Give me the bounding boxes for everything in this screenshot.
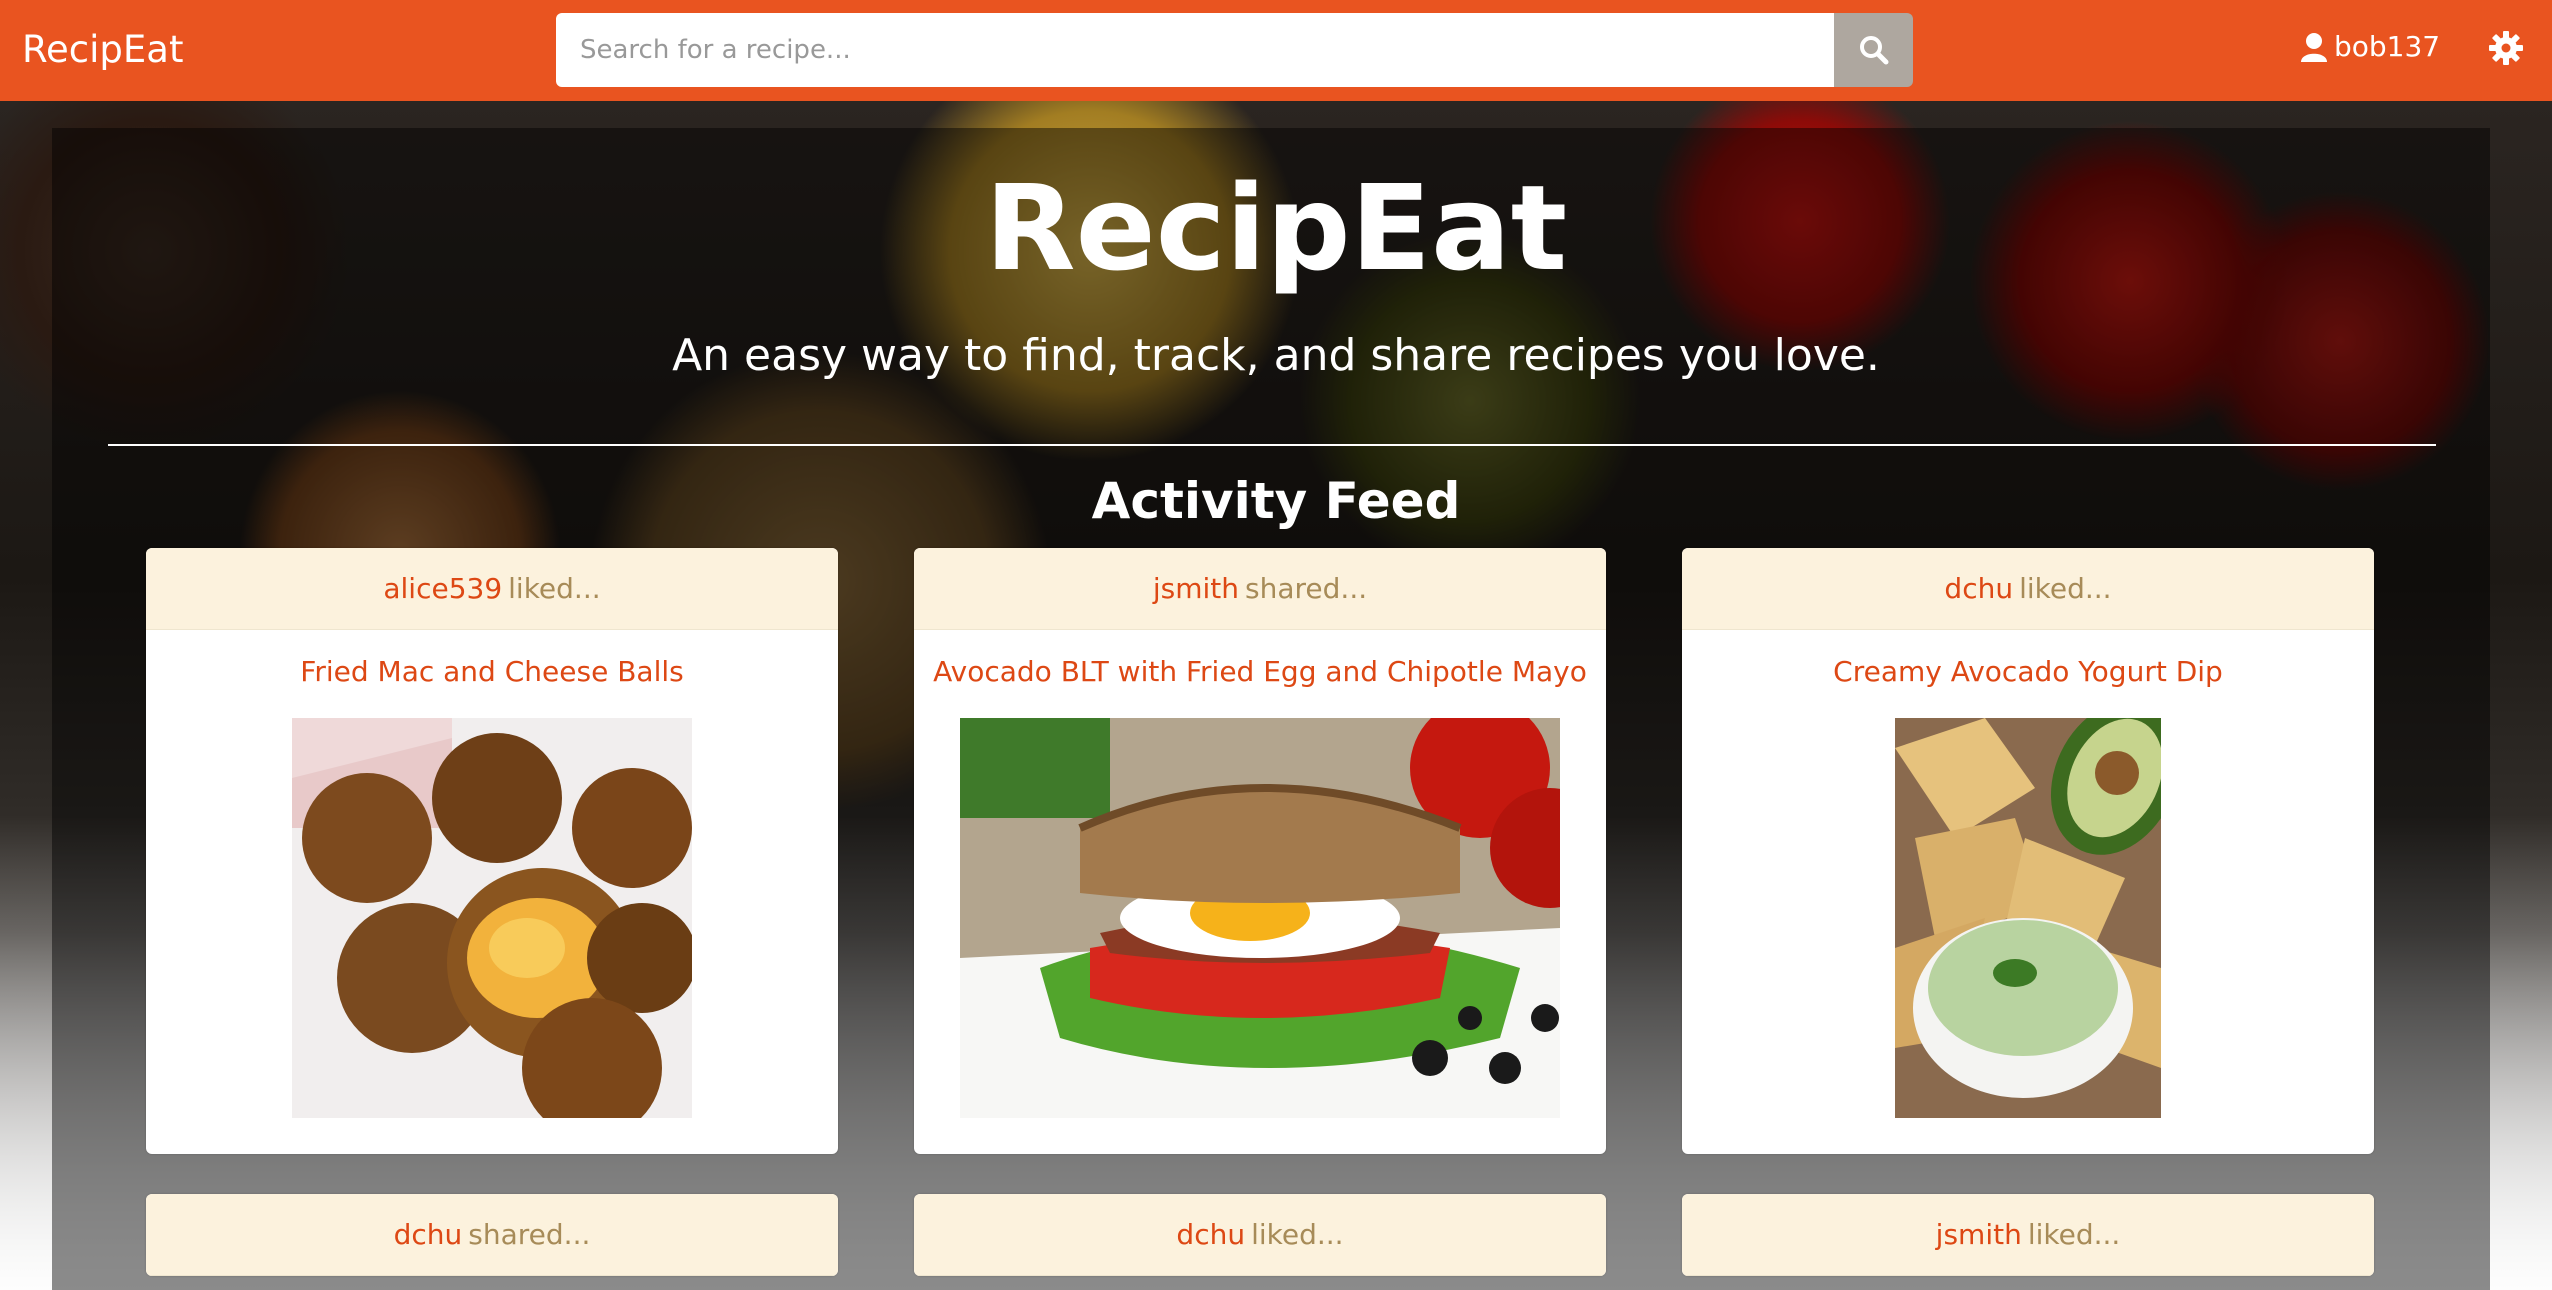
activity-user-link[interactable]: jsmith — [1936, 1218, 2022, 1251]
recipe-image[interactable] — [292, 718, 692, 1118]
activity-card: dchu liked... — [914, 1194, 1606, 1276]
activity-action-text: shared... — [1245, 572, 1368, 605]
divider — [108, 444, 2436, 446]
user-icon — [2301, 32, 2327, 62]
avocado-yogurt-dip-photo — [1895, 718, 2161, 1118]
activity-card: dchu liked... Creamy Avocado Yogurt Dip — [1682, 548, 2374, 1154]
activity-card-header: dchu liked... — [914, 1194, 1606, 1276]
activity-user-link[interactable]: jsmith — [1153, 572, 1239, 605]
top-navbar: RecipEat bob137 — [0, 0, 2552, 101]
recipe-title-link[interactable]: Avocado BLT with Fried Egg and Chipotle … — [914, 652, 1606, 692]
recipe-image[interactable] — [1895, 718, 2161, 1118]
hero-subtitle: An easy way to find, track, and share re… — [672, 330, 1880, 381]
recipe-title-link[interactable]: Creamy Avocado Yogurt Dip — [1682, 652, 2374, 692]
activity-action-text: liked... — [2019, 572, 2112, 605]
gear-icon[interactable] — [2488, 30, 2524, 66]
activity-card-header: dchu liked... — [1682, 548, 2374, 630]
search-icon — [1859, 36, 1888, 65]
avocado-blt-sandwich-photo — [960, 718, 1560, 1118]
brand-logo-link[interactable]: RecipEat — [22, 26, 183, 74]
activity-feed-title: Activity Feed — [1091, 472, 1461, 530]
activity-card: jsmith liked... — [1682, 1194, 2374, 1276]
activity-card: jsmith shared... Avocado BLT with Fried … — [914, 548, 1606, 1154]
activity-user-link[interactable]: dchu — [1176, 1218, 1245, 1251]
activity-action-text: liked... — [2027, 1218, 2121, 1251]
activity-card-header: jsmith shared... — [914, 548, 1606, 630]
search-input[interactable] — [556, 13, 1834, 87]
activity-action-text: liked... — [508, 572, 601, 605]
fried-mac-cheese-balls-photo — [292, 718, 692, 1118]
activity-action-text: shared... — [468, 1218, 591, 1251]
activity-card-header: alice539 liked... — [146, 548, 838, 630]
activity-user-link[interactable]: dchu — [1944, 572, 2013, 605]
recipe-title-link[interactable]: Fried Mac and Cheese Balls — [146, 652, 838, 692]
hero-title: RecipEat — [984, 159, 1568, 297]
search-form — [556, 13, 1913, 87]
activity-card-header: dchu shared... — [146, 1194, 838, 1276]
activity-card: dchu shared... — [146, 1194, 838, 1276]
activity-card-header: jsmith liked... — [1682, 1194, 2374, 1276]
activity-action-text: liked... — [1251, 1218, 1344, 1251]
search-button[interactable] — [1834, 13, 1913, 87]
activity-user-link[interactable]: alice539 — [383, 572, 502, 605]
activity-card: alice539 liked... Fried Mac and Cheese B… — [146, 548, 838, 1154]
user-account-link[interactable]: bob137 — [2300, 30, 2440, 63]
recipe-image[interactable] — [960, 718, 1560, 1118]
activity-user-link[interactable]: dchu — [394, 1218, 463, 1251]
username-label: bob137 — [2334, 30, 2441, 63]
